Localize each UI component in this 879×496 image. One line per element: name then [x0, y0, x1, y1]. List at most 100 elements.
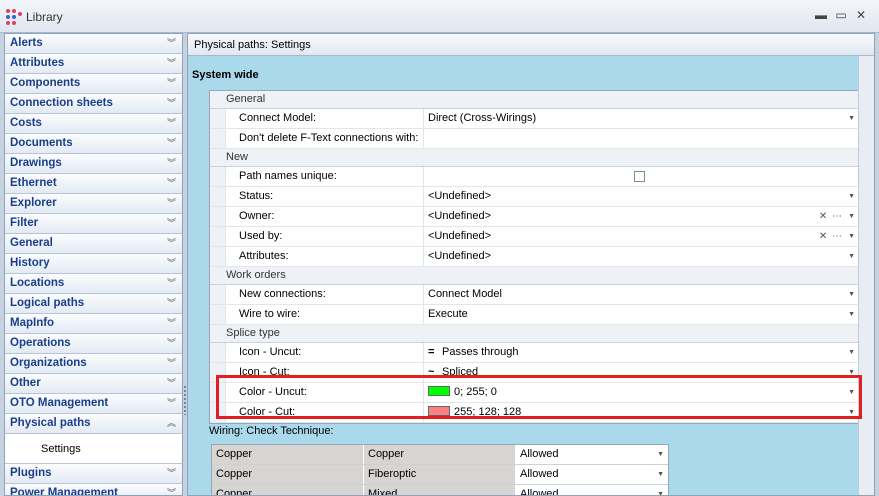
restore-icon[interactable]: ▭	[834, 8, 848, 22]
chevron-up-icon: ︽	[166, 418, 176, 428]
sidebar-item-physical-paths[interactable]: Physical paths ︽	[5, 414, 182, 434]
row-status[interactable]: Status: <Undefined> ▼	[210, 187, 859, 207]
icon-uncut-value[interactable]: Passes through	[442, 346, 518, 358]
clear-icon[interactable]: ✕	[819, 211, 828, 222]
row-used-by[interactable]: Used by: <Undefined> ✕ ⋯ ▼	[210, 227, 859, 247]
window-title: Library	[26, 10, 63, 24]
row-color-cut[interactable]: Color - Cut: 255; 128; 128 ▼	[210, 403, 859, 423]
sidebar-item-power-management[interactable]: Power Management ︾	[5, 484, 182, 495]
category-work-orders[interactable]: Work orders	[210, 267, 859, 285]
dropdown-arrow-icon[interactable]: ▼	[848, 403, 855, 422]
chevron-down-icon: ︾	[166, 298, 176, 308]
chevron-down-icon: ︾	[166, 118, 176, 128]
table-row[interactable]: Copper Mixed Allowed ▼	[212, 485, 668, 495]
close-icon[interactable]: ✕	[854, 8, 868, 22]
row-connect-model[interactable]: Connect Model: Direct (Cross-Wirings) ▼	[210, 109, 859, 129]
dropdown-arrow-icon[interactable]: ▼	[848, 363, 855, 382]
dropdown-arrow-icon[interactable]: ▼	[848, 109, 855, 128]
used-by-value[interactable]: <Undefined>	[428, 230, 491, 242]
category-new[interactable]: New	[210, 149, 859, 167]
path-names-unique-checkbox[interactable]	[634, 171, 645, 182]
icon-cut-value[interactable]: Spliced	[442, 366, 478, 378]
chevron-down-icon: ︾	[166, 78, 176, 88]
chevron-down-icon: ︾	[166, 278, 176, 288]
sidebar-item-history[interactable]: History ︾	[5, 254, 182, 274]
connect-model-value[interactable]: Direct (Cross-Wirings)	[428, 112, 536, 124]
dropdown-arrow-icon[interactable]: ▼	[848, 227, 855, 246]
status-value[interactable]: <Undefined>	[428, 190, 491, 202]
more-icon[interactable]: ⋯	[832, 231, 843, 242]
dropdown-arrow-icon[interactable]: ▼	[848, 285, 855, 304]
sidebar-item-documents[interactable]: Documents ︾	[5, 134, 182, 154]
sidebar-subitem-settings[interactable]: Settings	[5, 434, 182, 464]
more-icon[interactable]: ⋯	[832, 211, 843, 222]
sidebar-item-costs[interactable]: Costs ︾	[5, 114, 182, 134]
row-new-connections[interactable]: New connections: Connect Model ▼	[210, 285, 859, 305]
chevron-down-icon: ︾	[166, 218, 176, 228]
sidebar-item-components[interactable]: Components ︾	[5, 74, 182, 94]
sidebar-item-locations[interactable]: Locations ︾	[5, 274, 182, 294]
row-color-uncut[interactable]: Color - Uncut: 0; 255; 0 ▼	[210, 383, 859, 403]
row-owner[interactable]: Owner: <Undefined> ✕ ⋯ ▼	[210, 207, 859, 227]
sidebar-item-logical-paths[interactable]: Logical paths ︾	[5, 294, 182, 314]
dropdown-arrow-icon[interactable]: ▼	[848, 207, 855, 226]
row-path-names-unique[interactable]: Path names unique:	[210, 167, 859, 187]
sidebar-item-oto-management[interactable]: OTO Management ︾	[5, 394, 182, 414]
color-cut-value[interactable]: 255; 128; 128	[454, 406, 521, 418]
dont-delete-value[interactable]	[424, 129, 859, 148]
settings-panel: Physical paths: Settings System wide Gen…	[187, 33, 875, 496]
row-icon-cut[interactable]: Icon - Cut: ~ Spliced ▼	[210, 363, 859, 383]
new-connections-value[interactable]: Connect Model	[428, 288, 502, 300]
row-dont-delete-ftext[interactable]: Don't delete F-Text connections with:	[210, 129, 859, 149]
chevron-down-icon: ︾	[166, 58, 176, 68]
attributes-value[interactable]: <Undefined>	[428, 250, 491, 262]
sidebar-item-filter[interactable]: Filter ︾	[5, 214, 182, 234]
sidebar-item-operations[interactable]: Operations ︾	[5, 334, 182, 354]
chevron-down-icon: ︾	[166, 378, 176, 388]
owner-value[interactable]: <Undefined>	[428, 210, 491, 222]
sidebar-item-ethernet[interactable]: Ethernet ︾	[5, 174, 182, 194]
chevron-down-icon: ︾	[166, 158, 176, 168]
dropdown-arrow-icon[interactable]: ▼	[657, 485, 664, 495]
sidebar-item-general[interactable]: General ︾	[5, 234, 182, 254]
dropdown-arrow-icon[interactable]: ▼	[848, 187, 855, 206]
minimize-icon[interactable]: ▬	[814, 8, 828, 22]
row-icon-uncut[interactable]: Icon - Uncut: = Passes through ▼	[210, 343, 859, 363]
dropdown-arrow-icon[interactable]: ▼	[848, 343, 855, 362]
chevron-down-icon: ︾	[166, 468, 176, 478]
vertical-scrollbar[interactable]	[858, 56, 874, 495]
dropdown-arrow-icon[interactable]: ▼	[657, 445, 664, 464]
sidebar-item-other[interactable]: Other ︾	[5, 374, 182, 394]
color-uncut-value[interactable]: 0; 255; 0	[454, 386, 497, 398]
dropdown-arrow-icon[interactable]: ▼	[848, 305, 855, 324]
property-grid: General Connect Model: Direct (Cross-Wir…	[209, 90, 860, 424]
sidebar-item-alerts[interactable]: Alerts ︾	[5, 34, 182, 54]
sidebar-item-explorer[interactable]: Explorer ︾	[5, 194, 182, 214]
dropdown-arrow-icon[interactable]: ▼	[657, 465, 664, 484]
sidebar-item-attributes[interactable]: Attributes ︾	[5, 54, 182, 74]
passes-through-icon: =	[428, 346, 435, 358]
chevron-down-icon: ︾	[166, 358, 176, 368]
sidebar-item-mapinfo[interactable]: MapInfo ︾	[5, 314, 182, 334]
table-row[interactable]: Copper Fiberoptic Allowed ▼	[212, 465, 668, 485]
sidebar-item-connection-sheets[interactable]: Connection sheets ︾	[5, 94, 182, 114]
dropdown-arrow-icon[interactable]: ▼	[848, 247, 855, 266]
clear-icon[interactable]: ✕	[819, 231, 828, 242]
wiring-check-technique-label: Wiring: Check Technique:	[209, 425, 334, 437]
category-general[interactable]: General	[210, 91, 859, 109]
wire-to-wire-value[interactable]: Execute	[428, 308, 468, 320]
chevron-down-icon: ︾	[166, 38, 176, 48]
sidebar-item-plugins[interactable]: Plugins ︾	[5, 464, 182, 484]
dropdown-arrow-icon[interactable]: ▼	[848, 383, 855, 402]
sidebar-item-organizations[interactable]: Organizations ︾	[5, 354, 182, 374]
sidebar-item-drawings[interactable]: Drawings ︾	[5, 154, 182, 174]
spliced-icon: ~	[428, 366, 435, 378]
row-attributes[interactable]: Attributes: <Undefined> ▼	[210, 247, 859, 267]
chevron-down-icon: ︾	[166, 318, 176, 328]
row-wire-to-wire[interactable]: Wire to wire: Execute ▼	[210, 305, 859, 325]
category-splice-type[interactable]: Splice type	[210, 325, 859, 343]
table-row[interactable]: Copper Copper Allowed ▼	[212, 445, 668, 465]
color-cut-swatch	[428, 406, 450, 416]
section-title: System wide	[192, 69, 259, 81]
wiring-grid: Copper Copper Allowed ▼ Copper Fiberoptic…	[211, 444, 669, 495]
